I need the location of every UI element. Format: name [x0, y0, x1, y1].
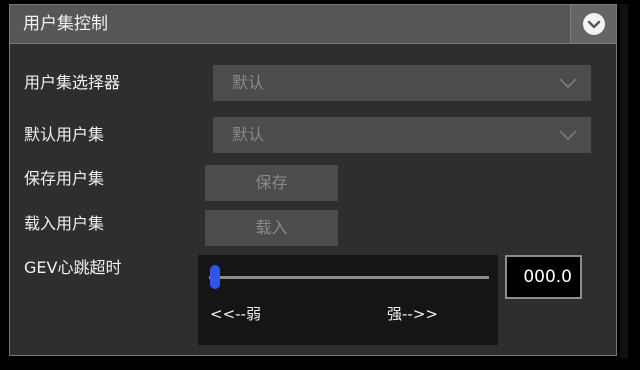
gev-heartbeat-value-input[interactable]: 000.0 [505, 255, 582, 299]
chevron-down-icon [559, 78, 577, 89]
slider-max-label: 强-->> [387, 305, 438, 323]
default-user-set-label: 默认用户集 [24, 125, 105, 144]
user-set-selector-label: 用户集选择器 [24, 73, 121, 92]
gev-heartbeat-slider: <<--弱 强-->> [198, 255, 498, 345]
slider-min-label: <<--弱 [210, 305, 261, 323]
user-set-selector-dropdown[interactable]: 默认 [213, 65, 591, 101]
window: 用户集控制 用户集选择器 默认 默认用户集 默认 保存用户集 保存 载入用户集 … [0, 0, 640, 370]
default-user-set-dropdown[interactable]: 默认 [213, 117, 591, 153]
slider-track[interactable] [209, 276, 489, 279]
panel-title: 用户集控制 [23, 14, 108, 34]
gev-heartbeat-value: 000.0 [523, 267, 572, 287]
collapse-button[interactable] [570, 5, 616, 43]
load-button[interactable]: 载入 [205, 210, 338, 246]
gev-heartbeat-timeout-label: GEV心跳超时 [24, 258, 122, 277]
chevron-down-icon [559, 130, 577, 141]
save-user-set-label: 保存用户集 [24, 169, 105, 188]
panel-header[interactable]: 用户集控制 [10, 5, 616, 44]
scrollbar[interactable] [620, 4, 628, 358]
chevron-down-circle-icon [583, 13, 605, 35]
user-set-selector-value: 默认 [232, 73, 265, 92]
user-set-control-panel: 用户集控制 用户集选择器 默认 默认用户集 默认 保存用户集 保存 载入用户集 … [9, 4, 617, 356]
save-button[interactable]: 保存 [205, 165, 338, 201]
load-user-set-label: 载入用户集 [24, 214, 105, 233]
default-user-set-value: 默认 [232, 125, 265, 144]
slider-handle[interactable] [209, 265, 220, 289]
